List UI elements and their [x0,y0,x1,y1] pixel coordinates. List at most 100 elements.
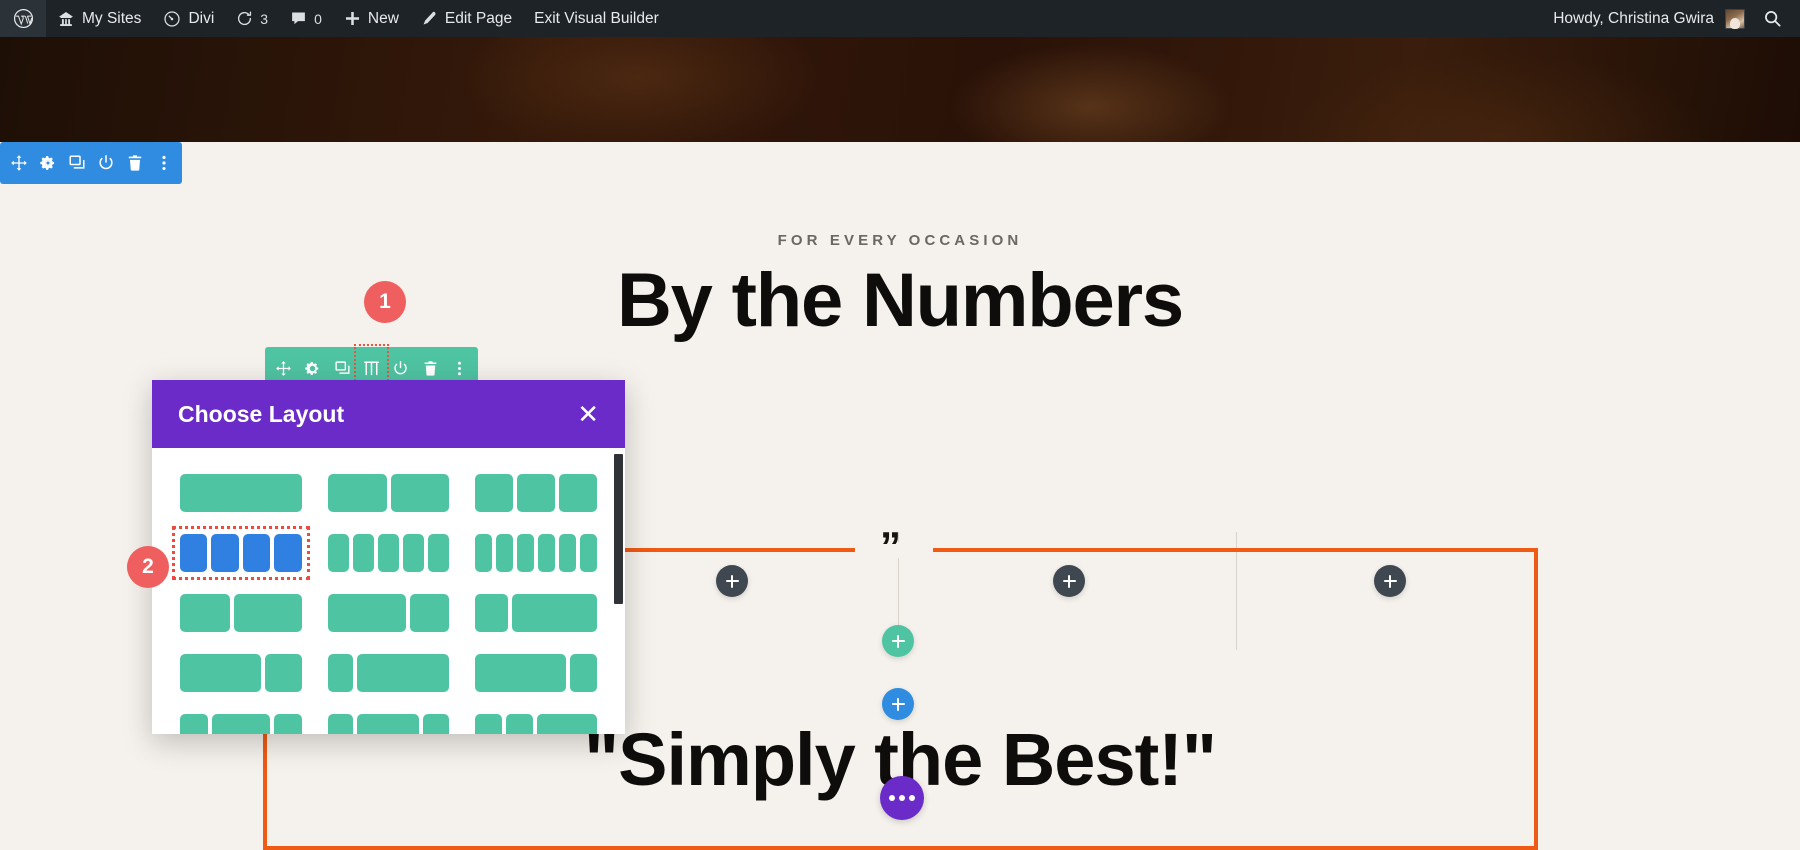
layout-column-preview [423,714,450,734]
layout-column-preview [327,654,354,692]
layout-column-preview [180,474,302,512]
modal-title: Choose Layout [178,400,345,427]
layout-1-4-1-2-1-4[interactable] [180,714,302,734]
layout-column-preview [580,534,597,572]
add-module-col-2-button[interactable] [1053,565,1085,597]
layout-column-preview [517,534,535,572]
add-row-button[interactable] [882,625,914,657]
layout-column-preview [475,594,509,632]
page-title: By the Numbers [616,258,1184,343]
plus-icon [1062,574,1076,588]
module-more-options-button[interactable] [880,776,924,820]
search-icon [1763,9,1782,28]
layout-5-column[interactable] [327,534,450,572]
layout-column-preview [211,714,270,734]
wp-admin-bar: My Sites Divi 3 0 New Edit Page Exit Vis… [0,0,1800,37]
layout-column-preview [537,714,597,734]
layout-4-column[interactable] [172,526,310,580]
layout-column-preview [327,594,407,632]
layout-column-preview [327,714,354,734]
move-section-button[interactable] [4,142,33,184]
divi-gauge-icon [163,10,181,28]
admin-bar-comments[interactable]: 0 [279,0,333,37]
updates-icon [236,10,253,27]
section-toolbar[interactable] [0,142,182,184]
modal-header: Choose Layout ✕ [152,380,625,448]
admin-bar-wordpress-logo[interactable] [0,0,46,37]
modal-body [152,448,625,734]
plus-icon [891,634,905,648]
modal-scrollbar-thumb[interactable] [614,454,623,604]
quote-mark-glyph: ” [880,523,901,570]
layout-1-2-1-2[interactable] [180,594,302,632]
layout-1-4-1-4-1-2[interactable] [475,714,597,734]
layout-column-preview [496,534,514,572]
section-more-options-button[interactable] [149,142,178,184]
layout-1-4-1-2-1-4-b[interactable] [327,714,450,734]
layout-column-preview [475,534,493,572]
layout-options-grid [172,474,597,734]
layout-3-column[interactable] [475,474,597,512]
admin-bar-divi-label: Divi [188,9,215,27]
admin-bar-my-account[interactable]: Howdy, Christina Gwira [1542,0,1753,37]
admin-bar-howdy-label: Howdy, Christina Gwira [1553,9,1714,27]
close-icon[interactable]: ✕ [577,401,599,427]
layout-column-preview [475,714,503,734]
layout-3-4-1-4[interactable] [475,654,597,692]
layout-column-preview [180,594,231,632]
layout-column-preview [357,654,450,692]
section-settings-button[interactable] [33,142,62,184]
dot-icon [909,795,915,801]
layout-column-preview [242,534,271,572]
layout-2-3-1-3-b[interactable] [180,654,302,692]
comments-icon [290,10,307,27]
layout-column-preview [273,714,302,734]
layout-1-4-3-4[interactable] [327,654,450,692]
delete-section-button[interactable] [120,142,149,184]
layout-2-3-1-3[interactable] [327,594,450,632]
sites-icon [57,10,75,28]
layout-column-preview [180,654,261,692]
admin-bar-updates-count: 3 [260,10,269,27]
layout-1-3-2-3[interactable] [475,594,597,632]
plus-icon [725,574,739,588]
layout-column-preview [264,654,302,692]
layout-column-preview [428,534,450,572]
layout-column-preview [475,654,567,692]
dot-icon [899,795,905,801]
annotation-badge-2: 2 [127,546,169,588]
add-section-button[interactable] [882,688,914,720]
layout-column-preview [559,534,577,572]
layout-6-column[interactable] [475,534,597,572]
admin-bar-edit-page[interactable]: Edit Page [410,0,523,37]
wordpress-logo-icon [13,8,34,29]
admin-bar-exit-visual-builder[interactable]: Exit Visual Builder [523,0,670,37]
admin-bar-updates[interactable]: 3 [225,0,279,37]
layout-column-preview [390,474,450,512]
admin-bar-comments-count: 0 [314,10,322,27]
layout-column-preview [274,534,302,572]
layout-2-column[interactable] [327,474,450,512]
admin-bar-my-sites[interactable]: My Sites [46,0,152,37]
column-divider-2 [1236,532,1237,650]
admin-bar-edit-page-label: Edit Page [444,9,513,27]
duplicate-section-button[interactable] [62,142,91,184]
pencil-icon [421,10,438,27]
admin-bar-new[interactable]: New [333,0,410,37]
disable-section-button[interactable] [91,142,120,184]
section-eyebrow-text: FOR EVERY OCCASION [777,232,1023,249]
add-module-col-3-button[interactable] [1374,565,1406,597]
add-module-col-1-button[interactable] [716,565,748,597]
plus-icon [891,697,905,711]
annotation-badge-1: 1 [364,281,406,323]
plus-icon [1383,574,1397,588]
layout-column-preview [506,714,534,734]
layout-column-preview [512,594,597,632]
layout-column-preview [327,534,349,572]
choose-layout-modal[interactable]: Choose Layout ✕ [152,380,625,734]
modal-scrollbar[interactable] [614,448,623,734]
admin-bar-divi[interactable]: Divi [152,0,225,37]
layout-1-column[interactable] [180,474,302,512]
admin-bar-exit-visual-builder-label: Exit Visual Builder [534,9,659,27]
admin-bar-search[interactable] [1753,0,1800,37]
